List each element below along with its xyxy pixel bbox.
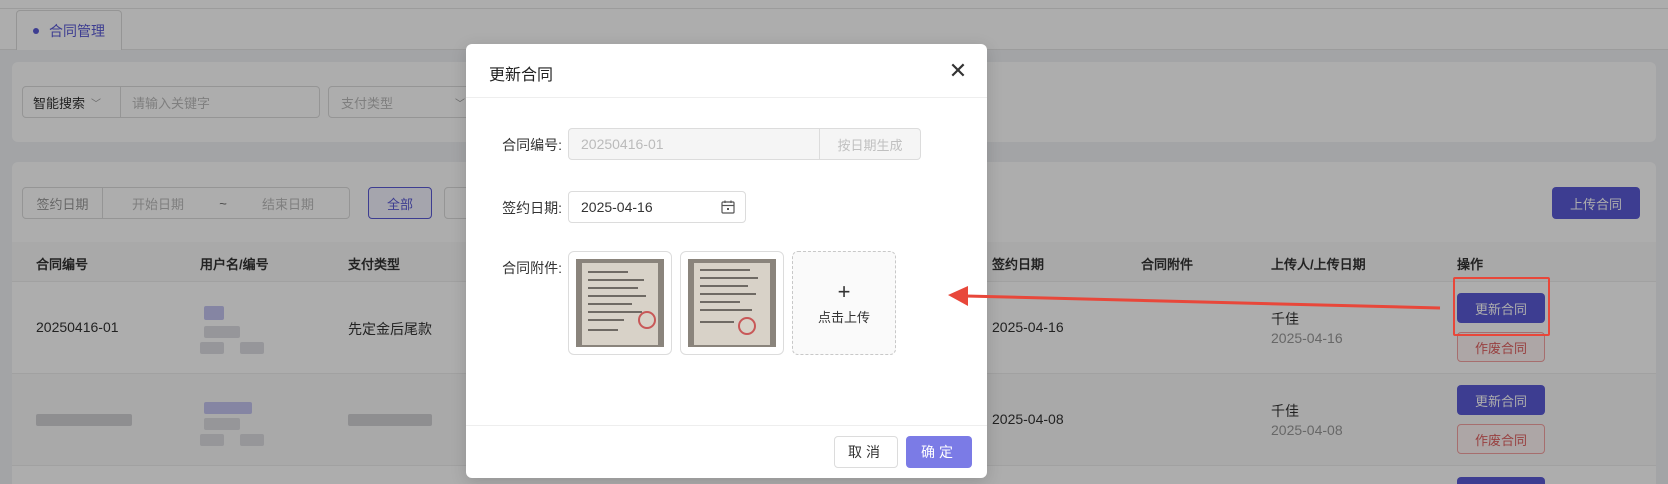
- ok-button[interactable]: 确定: [906, 436, 972, 468]
- dialog-header: 更新合同 ✕: [466, 44, 987, 98]
- dialog-title: 更新合同: [489, 67, 554, 84]
- sign-date-input[interactable]: 2025-04-16: [568, 191, 746, 223]
- attachment-thumbnail[interactable]: [680, 251, 784, 355]
- contract-no-input: 20250416-01: [568, 128, 820, 160]
- upload-attachment-button[interactable]: + 点击上传: [792, 251, 896, 355]
- attachment-label: 合同附件:: [502, 260, 562, 276]
- attachment-thumbnail[interactable]: [568, 251, 672, 355]
- close-icon[interactable]: ✕: [947, 60, 969, 82]
- upload-text: 点击上传: [817, 309, 870, 325]
- update-contract-dialog: 更新合同 ✕ 合同编号: 20250416-01 按日期生成 签约日期: 202…: [466, 44, 987, 478]
- dialog-footer-divider: [466, 425, 987, 426]
- contract-no-value: 20250416-01: [581, 136, 664, 152]
- document-image: [688, 259, 776, 347]
- contract-no-label: 合同编号:: [502, 137, 562, 153]
- sign-date-value: 2025-04-16: [581, 199, 653, 215]
- generate-by-date-button[interactable]: 按日期生成: [819, 128, 921, 160]
- calendar-icon: [721, 200, 735, 214]
- highlight-box: [1453, 277, 1550, 336]
- cancel-button[interactable]: 取消: [834, 436, 898, 468]
- document-image: [576, 259, 664, 347]
- sign-date-label: 签约日期:: [502, 200, 562, 216]
- plus-icon: +: [837, 278, 851, 304]
